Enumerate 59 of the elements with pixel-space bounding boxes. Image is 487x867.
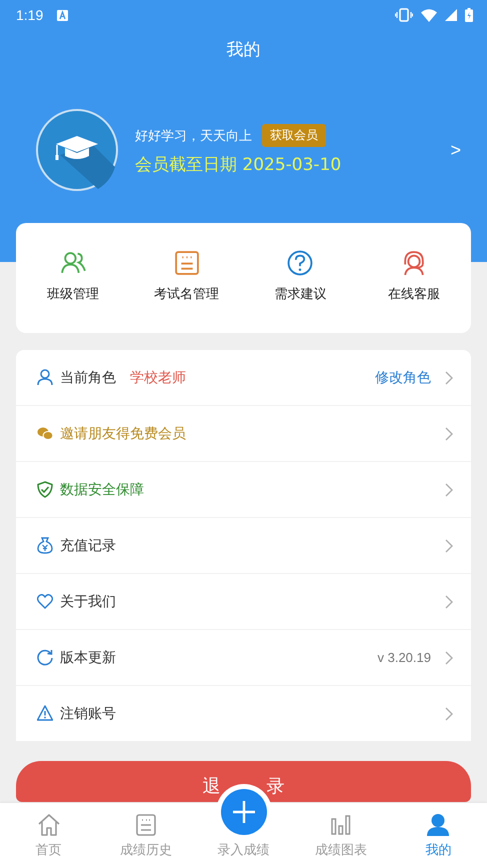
page-title: 我的: [226, 39, 260, 61]
person-icon: [37, 369, 53, 386]
menu-label: 当前角色: [60, 368, 116, 386]
chevron-right-icon: [445, 538, 453, 552]
menu-label: 版本更新: [60, 648, 116, 666]
money-bag-icon: [37, 537, 53, 554]
shortcut-item[interactable]: 班级管理: [16, 250, 130, 302]
profile-row[interactable]: 好好学习，天天向上 获取会员 会员截至日期 2025-03-10 >: [0, 109, 487, 191]
document-icon: [134, 813, 158, 837]
shortcut-item[interactable]: 在线客服: [357, 250, 471, 302]
chevron-right-icon: [445, 482, 453, 496]
motto-text: 好好学习，天天向上: [135, 128, 252, 144]
nav-tab[interactable]: 录入成绩: [194, 841, 292, 867]
membership-expiry: 会员截至日期 2025-03-10: [135, 154, 342, 176]
menu-item[interactable]: 充值记录: [16, 518, 471, 574]
chevron-right-icon: [445, 426, 453, 440]
refresh-icon: [37, 649, 53, 666]
menu-item[interactable]: 关于我们: [16, 574, 471, 630]
person-icon: [426, 813, 450, 837]
shortcut-item[interactable]: 需求建议: [244, 250, 358, 302]
menu-item[interactable]: 版本更新 v 3.20.19: [16, 630, 471, 686]
nav-tab[interactable]: 首页: [0, 803, 98, 867]
version-text: v 3.20.19: [378, 650, 431, 665]
warning-icon: [37, 705, 53, 722]
menu-item[interactable]: 当前角色 学校老师 修改角色: [16, 350, 471, 406]
status-time: 1:19: [16, 7, 44, 23]
chevron-icon: >: [450, 140, 461, 160]
nav-tab[interactable]: 成绩图表: [292, 803, 390, 867]
chevron-right-icon: [445, 706, 453, 720]
wifi-icon: [421, 8, 437, 22]
menu-label: 数据安全保障: [60, 480, 144, 498]
heart-icon: [37, 593, 53, 610]
plus-icon: [233, 801, 255, 823]
vibrate-icon: [395, 8, 413, 22]
shield-check-icon: [37, 481, 53, 498]
menu-label: 关于我们: [60, 592, 116, 610]
menu-label: 注销账号: [60, 704, 116, 722]
menu-label: 邀请朋友得免费会员: [60, 424, 186, 442]
keyboard-icon: [57, 10, 68, 20]
logout-button[interactable]: 退 录: [16, 761, 471, 802]
menu-item[interactable]: 数据安全保障: [16, 462, 471, 518]
chat-bubbles-icon: [37, 425, 53, 442]
menu-label: 充值记录: [60, 536, 116, 554]
add-button[interactable]: [221, 789, 267, 835]
role-value: 学校老师: [130, 368, 186, 386]
shortcut-item[interactable]: 考试名管理: [130, 250, 244, 302]
nav-tab[interactable]: 我的: [390, 803, 487, 867]
menu-item[interactable]: 邀请朋友得免费会员: [16, 406, 471, 462]
signal-icon: [445, 9, 457, 21]
nav-tab[interactable]: 成绩历史: [97, 803, 195, 867]
get-membership-button[interactable]: 获取会员: [262, 124, 326, 147]
chevron-right-icon: [445, 370, 453, 384]
change-role-link[interactable]: 修改角色: [375, 368, 431, 386]
menu-item[interactable]: 注销账号: [16, 686, 471, 741]
battery-icon: [465, 8, 473, 22]
home-icon: [36, 813, 61, 837]
chevron-right-icon: [445, 650, 453, 664]
bar-chart-icon: [328, 813, 353, 837]
chevron-right-icon: [445, 594, 453, 608]
